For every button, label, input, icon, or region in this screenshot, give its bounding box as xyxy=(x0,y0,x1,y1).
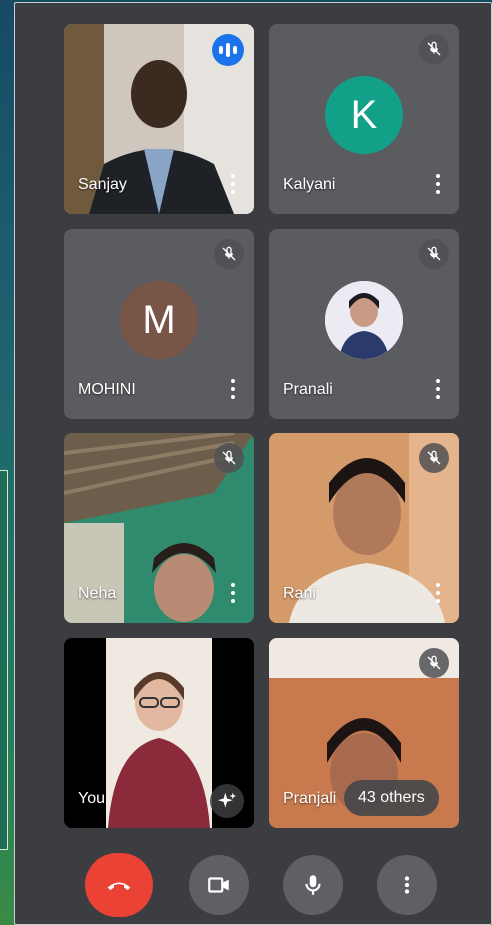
background-window-edge xyxy=(0,470,8,850)
mic-icon xyxy=(305,875,321,895)
participant-name: Pranali xyxy=(283,381,333,398)
participant-name: Kalyani xyxy=(283,176,336,193)
participant-tile-rani[interactable]: Rani xyxy=(269,433,459,623)
more-options-icon[interactable] xyxy=(435,583,441,605)
others-count-chip[interactable]: 43 others xyxy=(344,780,439,816)
profile-photo xyxy=(325,281,403,359)
participant-name: Sanjay xyxy=(78,176,127,193)
avatar: M xyxy=(120,281,198,359)
participant-grid: Sanjay K Kalyani M MOHINI Pranali Neha R… xyxy=(17,5,489,922)
call-controls xyxy=(17,853,492,921)
mic-off-icon xyxy=(419,239,449,269)
participant-name: Pranjali xyxy=(283,790,337,807)
participant-tile-kalyani[interactable]: K Kalyani xyxy=(269,24,459,214)
participant-name: MOHINI xyxy=(78,381,136,398)
videocam-icon xyxy=(208,877,229,893)
avatar: K xyxy=(325,76,403,154)
end-call-button[interactable] xyxy=(85,853,153,917)
meeting-window: Sanjay K Kalyani M MOHINI Pranali Neha R… xyxy=(14,2,492,925)
participant-name: You xyxy=(78,790,105,807)
more-vert-icon xyxy=(404,876,410,894)
participant-tile-sanjay[interactable]: Sanjay xyxy=(64,24,254,214)
mic-off-icon xyxy=(214,239,244,269)
visual-effects-icon[interactable] xyxy=(210,784,244,818)
more-options-icon[interactable] xyxy=(230,583,236,605)
participant-tile-pranali[interactable]: Pranali xyxy=(269,229,459,419)
mic-off-icon xyxy=(419,648,449,678)
more-options-icon[interactable] xyxy=(435,379,441,401)
participant-name: Neha xyxy=(78,585,117,602)
mic-off-icon xyxy=(214,443,244,473)
mic-off-icon xyxy=(419,443,449,473)
participant-name: Rani xyxy=(283,585,316,602)
more-options-icon[interactable] xyxy=(435,174,441,196)
more-options-icon[interactable] xyxy=(230,379,236,401)
avatar xyxy=(325,281,403,359)
participant-tile-mohini[interactable]: M MOHINI xyxy=(64,229,254,419)
mic-off-icon xyxy=(419,34,449,64)
camera-toggle-button[interactable] xyxy=(189,855,249,915)
call-end-icon xyxy=(107,882,131,890)
participant-tile-neha[interactable]: Neha xyxy=(64,433,254,623)
speaking-indicator-icon xyxy=(212,34,244,66)
more-options-icon[interactable] xyxy=(230,174,236,196)
more-options-button[interactable] xyxy=(377,855,437,915)
participant-tile-self[interactable]: You xyxy=(64,638,254,828)
microphone-toggle-button[interactable] xyxy=(283,855,343,915)
